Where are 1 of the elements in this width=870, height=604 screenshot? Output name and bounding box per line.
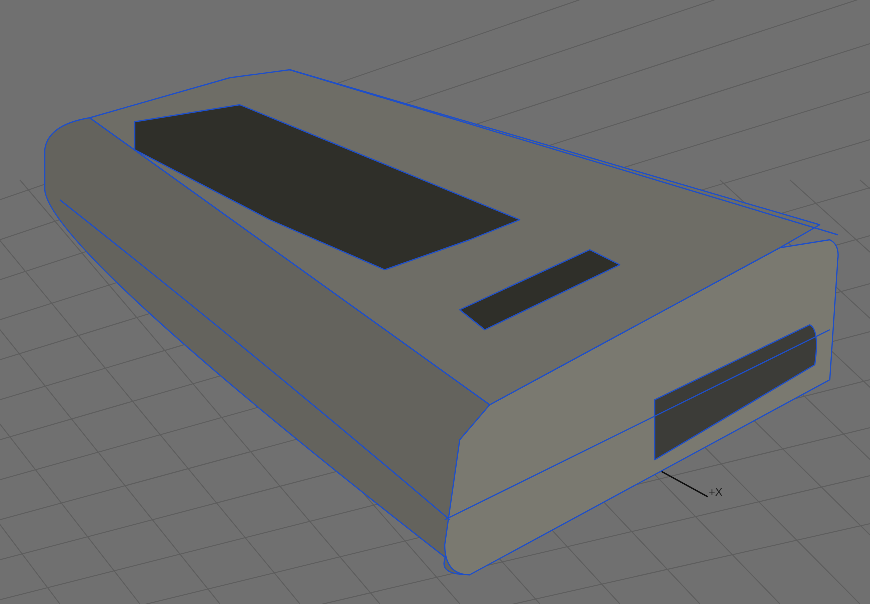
- axis-label: +X: [709, 488, 723, 499]
